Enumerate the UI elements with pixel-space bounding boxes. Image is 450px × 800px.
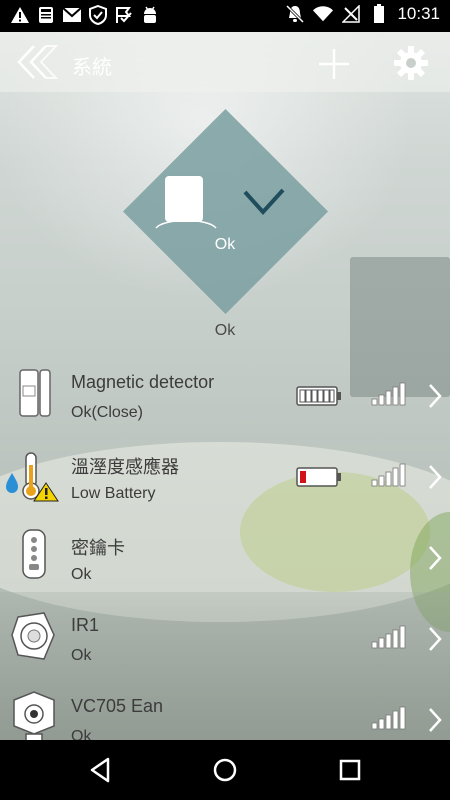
system-state-label: Ok bbox=[214, 322, 236, 339]
no-signal-icon bbox=[341, 4, 361, 24]
chevron-right-icon[interactable] bbox=[426, 707, 444, 733]
chevron-right-icon[interactable] bbox=[426, 545, 444, 571]
check-flag-icon bbox=[114, 5, 134, 25]
battery-icon bbox=[369, 4, 389, 24]
device-status: Low Battery bbox=[71, 485, 156, 502]
navigation-bar bbox=[0, 740, 450, 800]
camera-icon bbox=[8, 690, 60, 740]
thermometer-icon bbox=[6, 447, 60, 502]
device-name: 溫溼度感應器 bbox=[71, 457, 179, 477]
nav-recents-icon[interactable] bbox=[335, 755, 365, 785]
device-status: Ok bbox=[71, 728, 92, 740]
double-chevron-left-icon[interactable] bbox=[16, 44, 60, 80]
device-list: Magnetic detector Ok(Close) 溫溼度感應器 Low B… bbox=[0, 352, 450, 740]
nav-back-icon[interactable] bbox=[86, 755, 116, 785]
sd-card-icon bbox=[36, 5, 56, 25]
chevron-right-icon[interactable] bbox=[426, 626, 444, 652]
list-item[interactable]: Magnetic detector Ok(Close) bbox=[0, 352, 450, 433]
device-status: Ok bbox=[71, 566, 92, 583]
gmail-icon bbox=[62, 5, 82, 25]
nav-home-icon[interactable] bbox=[210, 755, 240, 785]
device-name: VC705 Ean bbox=[71, 696, 164, 716]
list-item[interactable]: VC705 Ean Ok bbox=[0, 676, 450, 740]
device-status: Ok(Close) bbox=[71, 404, 144, 421]
signal-strength-icon bbox=[371, 463, 409, 487]
signal-strength-icon bbox=[371, 382, 409, 406]
warning-icon bbox=[10, 5, 30, 25]
list-item[interactable]: IR1 Ok bbox=[0, 595, 450, 676]
device-name: Magnetic detector bbox=[71, 372, 215, 392]
battery-full-icon bbox=[296, 385, 342, 407]
magnetic-detector-icon bbox=[8, 366, 60, 420]
chevron-right-icon[interactable] bbox=[426, 464, 444, 490]
key-fob-icon bbox=[8, 528, 60, 582]
plus-icon[interactable] bbox=[316, 46, 352, 82]
list-item[interactable]: 密鑰卡 Ok bbox=[0, 514, 450, 595]
signal-strength-icon bbox=[371, 706, 409, 730]
signal-strength-icon bbox=[371, 625, 409, 649]
checkmark-icon bbox=[242, 186, 286, 218]
clock: 10:31 bbox=[397, 4, 440, 23]
device-name: 密鑰卡 bbox=[71, 538, 125, 558]
page-title: 系統 bbox=[72, 57, 112, 79]
android-debug-icon bbox=[140, 5, 160, 25]
gear-icon[interactable] bbox=[392, 44, 430, 82]
battery-low-icon bbox=[296, 466, 342, 488]
door-arc-icon bbox=[154, 216, 218, 230]
device-status: Ok bbox=[71, 647, 92, 664]
diamond-status-label: Ok bbox=[214, 236, 236, 253]
list-item[interactable]: 溫溼度感應器 Low Battery bbox=[0, 433, 450, 514]
status-bar: 10:31 bbox=[0, 0, 450, 32]
chevron-right-icon[interactable] bbox=[426, 383, 444, 409]
wifi-icon bbox=[313, 4, 334, 24]
bell-off-icon bbox=[285, 4, 305, 24]
shield-icon bbox=[88, 5, 108, 25]
ir-sensor-icon bbox=[8, 609, 60, 663]
device-name: IR1 bbox=[71, 615, 100, 635]
app-bar: 系統 bbox=[0, 32, 450, 92]
